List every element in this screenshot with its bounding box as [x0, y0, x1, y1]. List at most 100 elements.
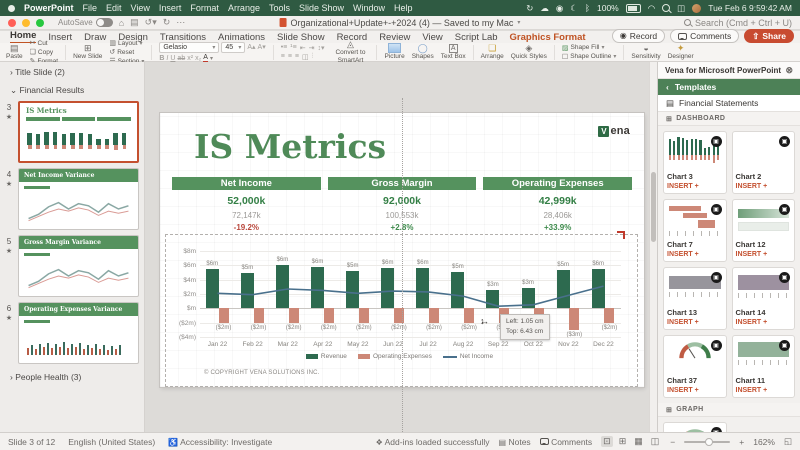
- picture-button[interactable]: Picture: [384, 43, 404, 60]
- cloud-icon[interactable]: ☁: [540, 3, 549, 14]
- autosave-toggle[interactable]: [96, 18, 113, 27]
- editing-canvas[interactable]: V ena IS Metrics Net Income52,000k72,147…: [145, 62, 657, 432]
- convert-smartart-button[interactable]: ◬Convert to SmartArt: [331, 40, 369, 63]
- underline-button[interactable]: U: [170, 55, 175, 62]
- ribbon-tab-draw[interactable]: Draw: [84, 32, 106, 43]
- shape-outline-button[interactable]: ☐Shape Outline▾: [562, 53, 617, 61]
- comments-button[interactable]: Comments: [670, 29, 739, 43]
- revenue-bar[interactable]: [311, 267, 324, 309]
- template-card-chart-13[interactable]: ▣Chart 13INSERT+: [663, 267, 727, 330]
- comments-toggle-button[interactable]: Comments: [540, 437, 592, 447]
- undo-icon[interactable]: ↺▾: [145, 17, 157, 28]
- insert-link[interactable]: INSERT+: [736, 387, 792, 394]
- zoom-level[interactable]: 162%: [753, 437, 775, 447]
- menu-tools[interactable]: Tools: [269, 3, 290, 13]
- notes-button[interactable]: ▤ Notes: [499, 437, 531, 447]
- font-size-select[interactable]: 45▾: [221, 42, 245, 53]
- sensitivity-button[interactable]: ◒Sensitivity: [631, 44, 660, 60]
- opex-bar[interactable]: [254, 308, 264, 322]
- sync-icon[interactable]: ↻: [526, 3, 533, 14]
- financial-statements-item[interactable]: ▤ Financial Statements: [658, 95, 800, 112]
- revenue-bar[interactable]: [381, 268, 394, 308]
- indent-button[interactable]: ⇥: [309, 44, 315, 52]
- copy-button[interactable]: ❏Copy: [30, 48, 58, 56]
- strikethrough-button[interactable]: ab: [177, 55, 185, 62]
- canvas-scrollbar[interactable]: [649, 62, 657, 432]
- menu-app-name[interactable]: PowerPoint: [24, 3, 74, 13]
- opex-bar[interactable]: [219, 308, 229, 322]
- shapes-button[interactable]: ◯Shapes: [412, 44, 434, 60]
- zoom-slider-knob[interactable]: [705, 438, 713, 446]
- templates-back-bar[interactable]: ‹ Templates: [658, 79, 800, 95]
- ribbon-tab-graphics-format[interactable]: Graphics Format: [510, 32, 586, 43]
- section-title-slide[interactable]: › Title Slide (2): [0, 62, 144, 80]
- slide-sorter-view-button[interactable]: ⊞: [617, 436, 629, 447]
- section-financial-results[interactable]: ⌄ Financial Results: [0, 80, 144, 99]
- template-card-chart-14[interactable]: ▣Chart 14INSERT+: [732, 267, 796, 330]
- section-people-health[interactable]: › People Health (3): [0, 367, 144, 385]
- minimize-window-button[interactable]: [22, 19, 30, 27]
- designer-button[interactable]: ✦Designer: [668, 44, 694, 60]
- language-button[interactable]: English (United States): [68, 437, 155, 447]
- menu-format[interactable]: Format: [190, 3, 219, 13]
- control-center-icon[interactable]: ◫: [677, 3, 685, 14]
- share-button[interactable]: ⇧Share: [744, 29, 794, 43]
- slide-thumbnail-6[interactable]: Operating Expenses Variance: [18, 302, 139, 364]
- record-status-icon[interactable]: ◉: [556, 3, 563, 14]
- subscript-button[interactable]: x₂: [195, 55, 201, 62]
- line-spacing-button[interactable]: ↕▾: [317, 44, 324, 52]
- cut-button[interactable]: ✂Cut: [30, 39, 58, 47]
- menu-view[interactable]: View: [131, 3, 150, 13]
- grow-font-button[interactable]: A▴: [247, 43, 255, 51]
- slide-title[interactable]: IS Metrics: [194, 127, 386, 166]
- align-right-button[interactable]: ≡: [295, 53, 299, 61]
- insert-link[interactable]: INSERT+: [736, 251, 792, 258]
- combo-chart[interactable]: $8m$6m$4m$2m$m($2m)($4m)$6m$5m$6m$6m$5m$…: [172, 243, 627, 373]
- revenue-bar[interactable]: [451, 272, 464, 309]
- insert-link[interactable]: INSERT+: [736, 183, 792, 190]
- ribbon-tab-review[interactable]: Review: [379, 32, 410, 43]
- user-avatar[interactable]: [692, 4, 701, 13]
- accessibility-button[interactable]: ♿ Accessibility: Investigate: [168, 437, 272, 447]
- new-slide-button[interactable]: ⊞New Slide: [73, 44, 102, 60]
- dashboard-section-header[interactable]: ⊞ DASHBOARD: [658, 112, 800, 126]
- revenue-bar[interactable]: [346, 271, 359, 308]
- insert-link[interactable]: INSERT+: [667, 387, 723, 394]
- template-card-chart-3[interactable]: ▣Chart 3INSERT+: [663, 131, 727, 194]
- revenue-bar[interactable]: [557, 270, 570, 308]
- opex-bar[interactable]: [359, 308, 369, 322]
- reading-view-button[interactable]: ▦: [632, 436, 645, 447]
- template-card-chart-11[interactable]: ▣Chart 11INSERT+: [732, 335, 796, 398]
- align-left-button[interactable]: ≡: [281, 53, 285, 61]
- zoom-slider[interactable]: [684, 441, 730, 443]
- autosave-control[interactable]: AutoSave: [58, 18, 113, 27]
- addins-status[interactable]: ❖ Add-ins loaded successfully: [376, 437, 490, 447]
- quick-styles-button[interactable]: ◈Quick Styles: [511, 44, 547, 60]
- menu-arrange[interactable]: Arrange: [228, 3, 260, 13]
- text-direction-button[interactable]: ⫶: [312, 53, 314, 61]
- home-icon[interactable]: ⌂: [119, 18, 124, 28]
- font-name-select[interactable]: Gelasio▾: [159, 42, 219, 53]
- revenue-bar[interactable]: [486, 290, 499, 309]
- insert-link[interactable]: INSERT+: [667, 183, 723, 190]
- superscript-button[interactable]: x²: [187, 55, 193, 62]
- opex-bar[interactable]: [604, 308, 614, 322]
- zoom-in-button[interactable]: +: [739, 437, 744, 447]
- scrollbar-thumb[interactable]: [651, 172, 656, 242]
- zoom-out-button[interactable]: −: [670, 437, 675, 447]
- revenue-bar[interactable]: [241, 273, 254, 308]
- menubar-clock[interactable]: Tue Feb 6 9:59:42 AM: [708, 3, 792, 13]
- battery-icon[interactable]: [626, 4, 641, 13]
- columns-button[interactable]: ◫: [302, 53, 309, 61]
- revenue-bar[interactable]: [276, 265, 289, 308]
- ribbon-tab-slide-show[interactable]: Slide Show: [277, 32, 325, 43]
- align-center-button[interactable]: ≡: [288, 53, 292, 61]
- opex-bar[interactable]: [464, 308, 474, 322]
- close-window-button[interactable]: [8, 19, 16, 27]
- search-field[interactable]: Search (Cmd + Ctrl + U): [684, 18, 792, 28]
- shape-fill-button[interactable]: ▨Shape Fill▾: [562, 44, 617, 52]
- shrink-font-button[interactable]: A▾: [258, 43, 266, 51]
- wifi-icon[interactable]: ◠: [648, 3, 655, 14]
- template-card-chart-7[interactable]: ▣Chart 7INSERT+: [663, 199, 727, 262]
- opex-bar[interactable]: [289, 308, 299, 322]
